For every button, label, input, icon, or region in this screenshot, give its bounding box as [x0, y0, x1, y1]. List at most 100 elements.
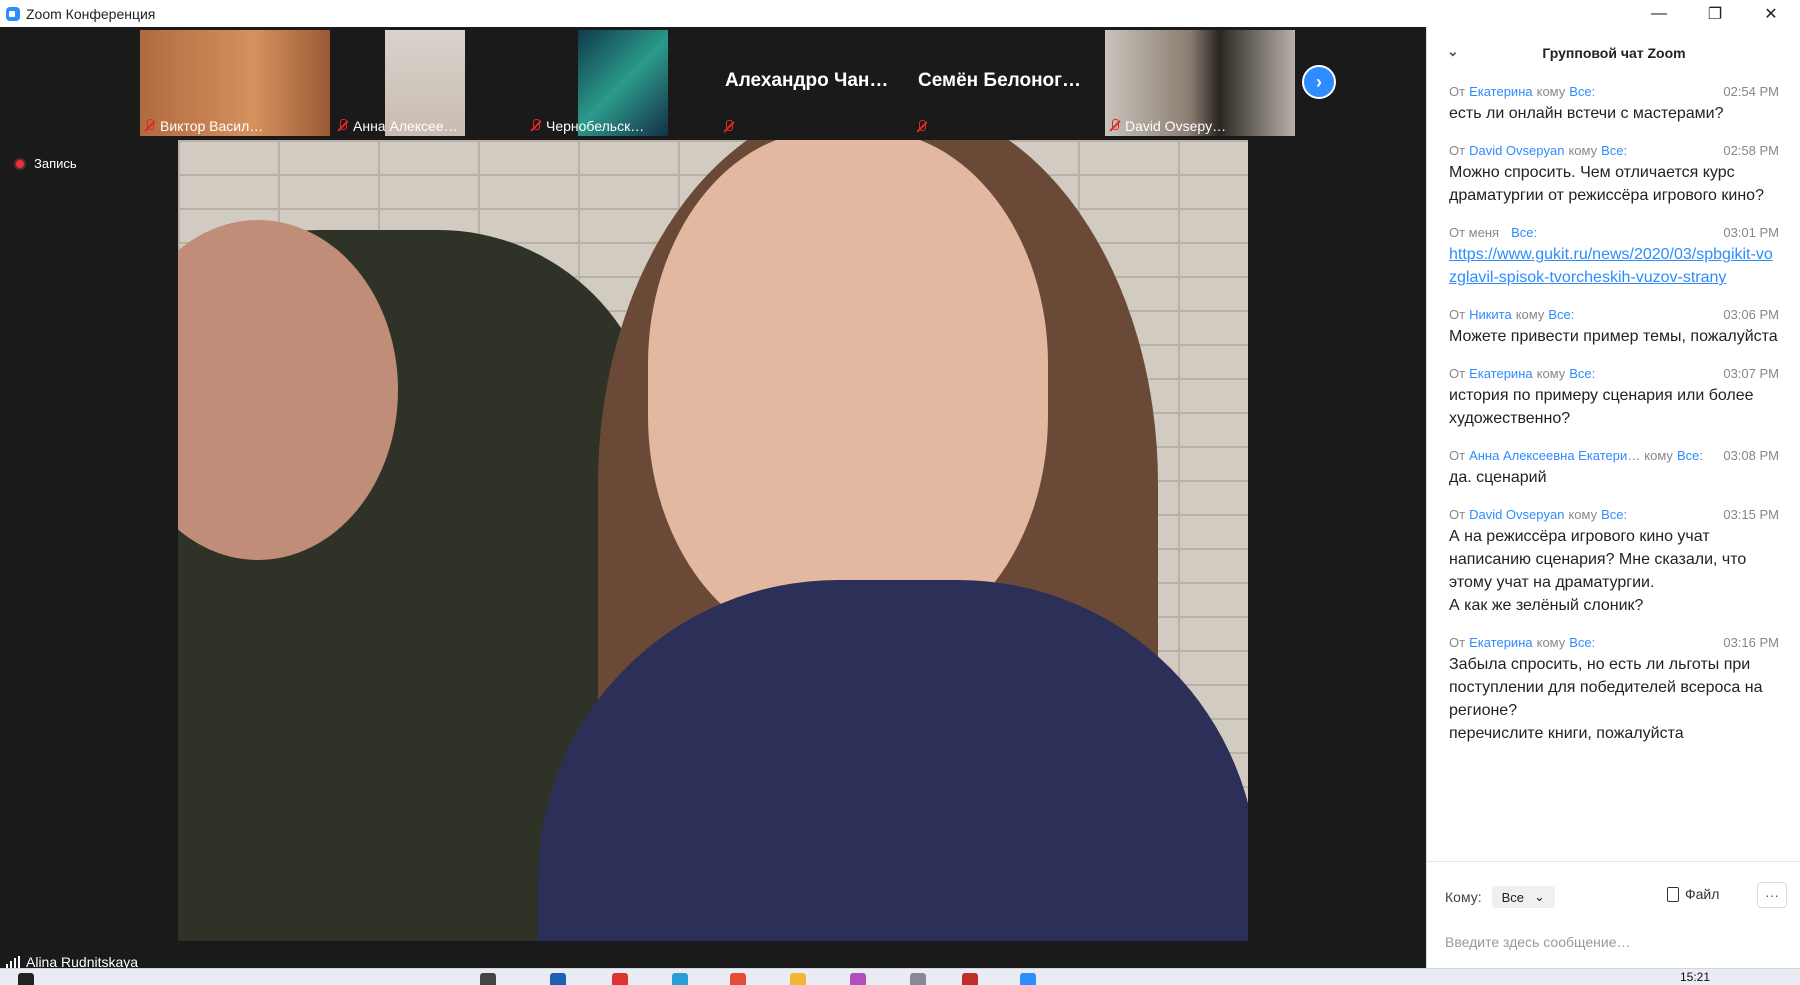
message-sender[interactable]: Екатерина — [1469, 634, 1533, 652]
participant-tile[interactable]: Анна Алексее… — [333, 30, 523, 136]
chat-message: От Екатерина кому Все: 02:54 PM есть ли онлай… — [1427, 79, 1800, 129]
to-label: кому — [1536, 84, 1566, 99]
chevron-down-icon[interactable]: ⌄ — [1447, 43, 1459, 60]
to-label: кому — [1515, 307, 1545, 322]
from-label: От — [1449, 507, 1466, 522]
from-label: От — [1449, 366, 1466, 381]
mic-muted-icon — [916, 120, 928, 134]
signal-icon — [6, 956, 20, 968]
participant-name: Семён Белоног… — [918, 70, 1082, 91]
participant-strip: Виктор Васил… Анна Алексее… Чернобельск…… — [140, 30, 1298, 136]
file-button[interactable]: Файл — [1667, 886, 1719, 902]
message-recipient[interactable]: Все: — [1569, 365, 1595, 383]
message-time: 02:58 PM — [1723, 143, 1779, 158]
mic-muted-icon — [723, 120, 735, 134]
mic-muted-icon — [144, 119, 156, 133]
message-sender[interactable]: David Ovsepyan — [1469, 506, 1564, 524]
participant-tile[interactable]: David Ovsepy… — [1105, 30, 1295, 136]
message-time: 03:06 PM — [1723, 307, 1779, 322]
participant-name: Виктор Васил… — [160, 118, 264, 134]
chat-message: От Никита кому Все: 03:06 PM Можете привести … — [1427, 302, 1800, 352]
app-icon[interactable] — [962, 973, 978, 985]
restore-button[interactable]: ❐ — [1692, 0, 1738, 27]
participant-name: Алехандро Чан… — [725, 70, 889, 91]
folder-icon[interactable] — [790, 973, 806, 985]
chat-message: От David Ovsepyan кому Все: 02:58 PM Можно сп… — [1427, 138, 1800, 211]
message-text: А на режиссёра игрового кино учат написа… — [1449, 528, 1747, 614]
participant-tile[interactable]: Алехандро Чан… — [719, 30, 909, 136]
to-label: Кому: — [1445, 889, 1482, 905]
chat-panel: ⌄ Групповой чат Zoom От Екатерина кому Все:… — [1426, 27, 1800, 968]
from-label: От — [1449, 143, 1466, 158]
message-recipient[interactable]: Все: — [1677, 447, 1703, 465]
participant-name: David Ovsepy… — [1125, 118, 1227, 134]
chat-message: От Анна Алексеевна Екатери… кому Все: 03:08 … — [1427, 443, 1800, 493]
taskbar: 15:21 — [0, 968, 1800, 985]
from-label: От — [1449, 635, 1466, 650]
message-recipient[interactable]: Все: — [1511, 224, 1537, 242]
to-label: кому — [1536, 366, 1566, 381]
file-icon — [1667, 886, 1679, 902]
recipient-select[interactable]: Все ⌄ — [1491, 886, 1555, 908]
minimize-button[interactable]: — — [1636, 0, 1682, 27]
chat-composer: Кому: Все ⌄ Файл ··· Введите здесь сообщ… — [1427, 861, 1800, 969]
chevron-down-icon: ⌄ — [1534, 889, 1545, 904]
app-icon[interactable] — [550, 973, 566, 985]
video-area: Виктор Васил… Анна Алексее… Чернобельск…… — [0, 27, 1426, 973]
app-icon[interactable] — [672, 973, 688, 985]
to-label: кому — [1644, 448, 1673, 463]
message-time: 03:08 PM — [1723, 448, 1779, 463]
message-sender[interactable]: Анна Алексеевна Екатери… — [1469, 447, 1640, 465]
message-recipient[interactable]: Все: — [1601, 506, 1627, 524]
message-time: 03:15 PM — [1723, 507, 1779, 522]
participant-name: Чернобельск… — [546, 118, 645, 134]
message-text: да. сценарий — [1449, 469, 1547, 486]
message-recipient[interactable]: Все: — [1601, 142, 1627, 160]
participant-tile[interactable]: Виктор Васил… — [140, 30, 330, 136]
close-button[interactable]: ✕ — [1748, 0, 1794, 27]
file-label: Файл — [1685, 886, 1720, 902]
app-icon[interactable] — [612, 973, 628, 985]
mic-muted-icon — [337, 119, 349, 133]
message-list[interactable]: От Екатерина кому Все: 02:54 PM есть ли онлай… — [1427, 79, 1800, 758]
start-icon[interactable] — [18, 973, 34, 985]
from-label: От — [1449, 84, 1466, 99]
title-bar: Zoom Конференция — ❐ ✕ — [0, 0, 1800, 27]
message-text: Можете привести пример темы, пожалуйста — [1449, 328, 1778, 345]
app-icon[interactable] — [730, 973, 746, 985]
participant-tile[interactable]: Чернобельск… — [526, 30, 716, 136]
message-recipient[interactable]: Все: — [1569, 83, 1595, 101]
mic-muted-icon — [530, 119, 542, 133]
window-title: Zoom Конференция — [26, 5, 156, 22]
app-icon[interactable] — [910, 973, 926, 985]
to-label: кому — [1536, 635, 1566, 650]
next-page-button[interactable]: › — [1302, 65, 1336, 99]
zoom-taskbar-icon[interactable] — [1020, 973, 1036, 985]
message-text: история по примеру сценария или более ху… — [1449, 387, 1754, 427]
chat-message: От Екатерина кому Все: 03:07 PM история по пр… — [1427, 361, 1800, 434]
to-label: кому — [1568, 143, 1598, 158]
mic-muted-icon — [1109, 119, 1121, 133]
app-icon[interactable] — [480, 973, 496, 985]
more-options-button[interactable]: ··· — [1757, 882, 1787, 908]
from-label: От меня — [1449, 225, 1500, 240]
recipient-value: Все — [1501, 889, 1525, 905]
message-recipient[interactable]: Все: — [1569, 634, 1595, 652]
clock: 15:21 — [1680, 970, 1711, 984]
chat-message: От Екатерина кому Все: 03:16 PM Забыла спроси… — [1427, 630, 1800, 749]
message-link[interactable]: https://www.gukit.ru/news/2020/03/spbgik… — [1449, 246, 1773, 286]
participant-tile[interactable]: Семён Белоног… — [912, 30, 1102, 136]
message-sender[interactable]: David Ovsepyan — [1469, 142, 1564, 160]
zoom-app-icon — [6, 6, 20, 21]
recording-indicator[interactable]: Запись — [14, 156, 77, 171]
app-icon[interactable] — [850, 973, 866, 985]
message-time: 02:54 PM — [1723, 84, 1779, 99]
message-sender[interactable]: Екатерина — [1469, 365, 1533, 383]
message-input[interactable]: Введите здесь сообщение… — [1445, 934, 1631, 950]
chat-message: От David Ovsepyan кому Все: 03:15 PM А на реж… — [1427, 502, 1800, 621]
message-recipient[interactable]: Все: — [1548, 306, 1574, 324]
record-icon — [14, 157, 26, 170]
message-sender[interactable]: Екатерина — [1469, 83, 1533, 101]
message-text: Забыла спросить, но есть ли льготы при п… — [1449, 656, 1763, 742]
message-sender[interactable]: Никита — [1469, 306, 1512, 324]
